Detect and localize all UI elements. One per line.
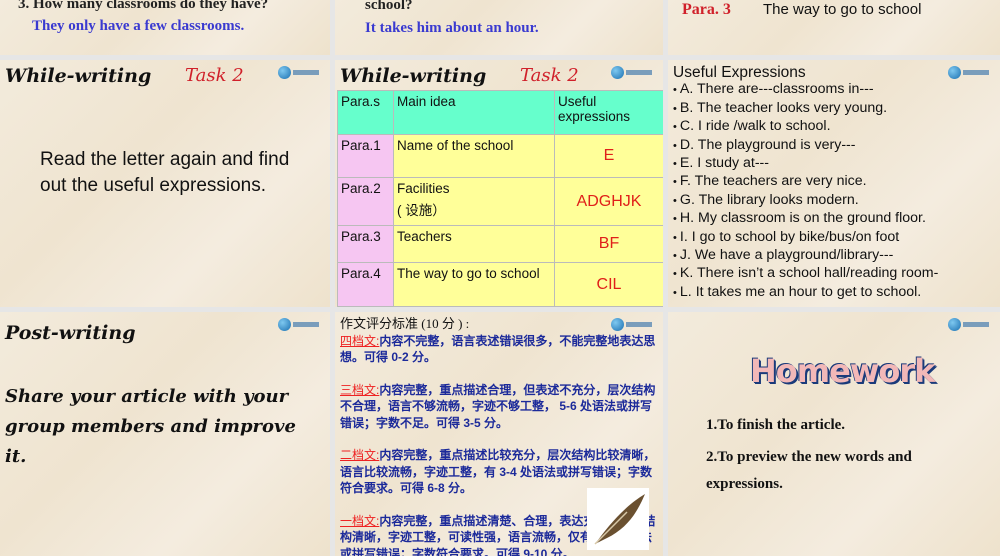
para-label: Para. 3 (682, 1, 731, 18)
slide-title: Post-writing (5, 322, 136, 344)
slide-thumbnail-2[interactable]: school? It takes him about an hour. (335, 0, 663, 55)
question-text: 3. How many classrooms do they have? (18, 0, 269, 12)
list-item: G. The library looks modern. (673, 192, 938, 210)
list-item: K. There isn’t a school hall/reading roo… (673, 265, 938, 283)
list-item: F. The teachers are very nice. (673, 173, 938, 191)
answer-text: They only have a few classrooms. (32, 18, 245, 34)
list-item: J. We have a playground/library--- (673, 247, 938, 265)
task-table: Para.s Main idea Useful expressions Para… (337, 90, 663, 307)
question-text: school? (365, 0, 413, 13)
level-text: 内容不完整，语言表述错误很多，不能完整地表达思想。可得 0-2 分。 (340, 333, 656, 365)
homework-item: 2.To preview the new words and expressio… (706, 449, 912, 492)
expressions-list: Useful Expressions A. There are---classr… (673, 64, 938, 302)
header-cell: Main idea (393, 90, 555, 135)
level-label: 四档文: (340, 333, 380, 348)
table-header: Para.s Main idea Useful expressions (337, 90, 663, 135)
homework-item: 1.To finish the article. (706, 417, 846, 433)
homework-wordart: Homework (750, 352, 935, 390)
para-cell: Para.3 (337, 225, 394, 263)
list-item: E. I study at--- (673, 155, 938, 173)
expr-cell: BF (554, 225, 663, 263)
slide-title: While-writing (5, 65, 152, 87)
slide-title: 作文评分标准 (10 分 ) : (340, 316, 470, 331)
list-item: B. The teacher looks very young. (673, 100, 938, 118)
level-text: 内容完整，重点描述合理，但表述不充分，层次结构不合理，语言不够流畅，字迹不够工整… (340, 382, 656, 430)
idea-cell: Teachers (393, 225, 555, 263)
para-cell: Para.1 (337, 134, 394, 178)
level-label: 二档文: (340, 448, 380, 462)
list-item: A. There are---classrooms in--- (673, 81, 938, 99)
list-item: L. It takes me an hour to get to school. (673, 284, 938, 302)
slide-thumbnail-homework[interactable]: Homework 1.To finish the article. 2.To p… (668, 312, 1000, 556)
logo-icon (948, 65, 992, 79)
list-item: D. The playground is very--- (673, 137, 938, 155)
para-text: The way to go to school (763, 1, 922, 18)
slide-thumbnail-grading-criteria[interactable]: 作文评分标准 (10 分 ) : 四档文:内容不完整，语言表述错误很多，不能完整… (335, 312, 663, 556)
task-label: Task 2 (185, 65, 244, 86)
expr-cell: CIL (554, 262, 663, 307)
criteria-level: 三档文:内容完整，重点描述合理，但表述不充分，层次结构不合理，语言不够流畅，字迹… (340, 382, 657, 432)
list-item: I. I go to school by bike/bus/on foot (673, 229, 938, 247)
slide-thumbnail-1[interactable]: 3. How many classrooms do they have? The… (0, 0, 330, 55)
logo-icon (278, 65, 322, 79)
level-label: 三档文: (340, 382, 380, 397)
header-cell: Useful expressions (554, 90, 663, 135)
slide-thumbnail-while-writing-2[interactable]: While-writing Task 2 Para.s Main idea Us… (335, 60, 663, 307)
table-row: Para.1 Name of the school E (337, 134, 663, 178)
idea-text: Facilities (397, 181, 450, 196)
logo-icon (278, 317, 322, 331)
idea-cell: Facilities ( 设施） (393, 177, 555, 226)
idea-cell: Name of the school (393, 134, 555, 178)
slide-thumbnail-post-writing[interactable]: Post-writing Share your article with you… (0, 312, 330, 556)
para-cell: Para.2 (337, 177, 394, 226)
table-row: Para.4 The way to go to school CIL (337, 262, 663, 307)
logo-icon (611, 65, 655, 79)
slide-thumbnail-useful-expressions[interactable]: Useful Expressions A. There are---classr… (668, 60, 1000, 307)
table-row: Para.3 Teachers BF (337, 225, 663, 263)
slide-thumbnail-while-writing-1[interactable]: While-writing Task 2 Read the letter aga… (0, 60, 330, 307)
slide-body: Read the letter again and find out the u… (40, 149, 290, 196)
expr-cell: ADGHJK (554, 177, 663, 226)
idea-note: ( 设施） (397, 203, 446, 218)
list-item: C. I ride /walk to school. (673, 118, 938, 136)
criteria-level: 四档文:内容不完整，语言表述错误很多，不能完整地表达思想。可得 0-2 分。 (340, 333, 657, 366)
header-cell: Para.s (337, 90, 394, 135)
level-label: 一档文: (340, 513, 380, 528)
expr-cell: E (554, 134, 663, 178)
answer-text: It takes him about an hour. (365, 20, 539, 36)
slide-title: While-writing (340, 65, 487, 87)
quill-feather-icon (587, 488, 649, 550)
task-label: Task 2 (520, 65, 579, 86)
slide-thumbnail-3[interactable]: Para. 3 The way to go to school (668, 0, 1000, 55)
slide-title: Useful Expressions (673, 64, 806, 81)
idea-cell: The way to go to school (393, 262, 555, 307)
slide-body: Share your article with your group membe… (5, 386, 296, 467)
list-item: H. My classroom is on the ground floor. (673, 210, 938, 228)
logo-icon (948, 317, 992, 331)
para-cell: Para.4 (337, 262, 394, 307)
table-row: Para.2 Facilities ( 设施） ADGHJK (337, 177, 663, 226)
